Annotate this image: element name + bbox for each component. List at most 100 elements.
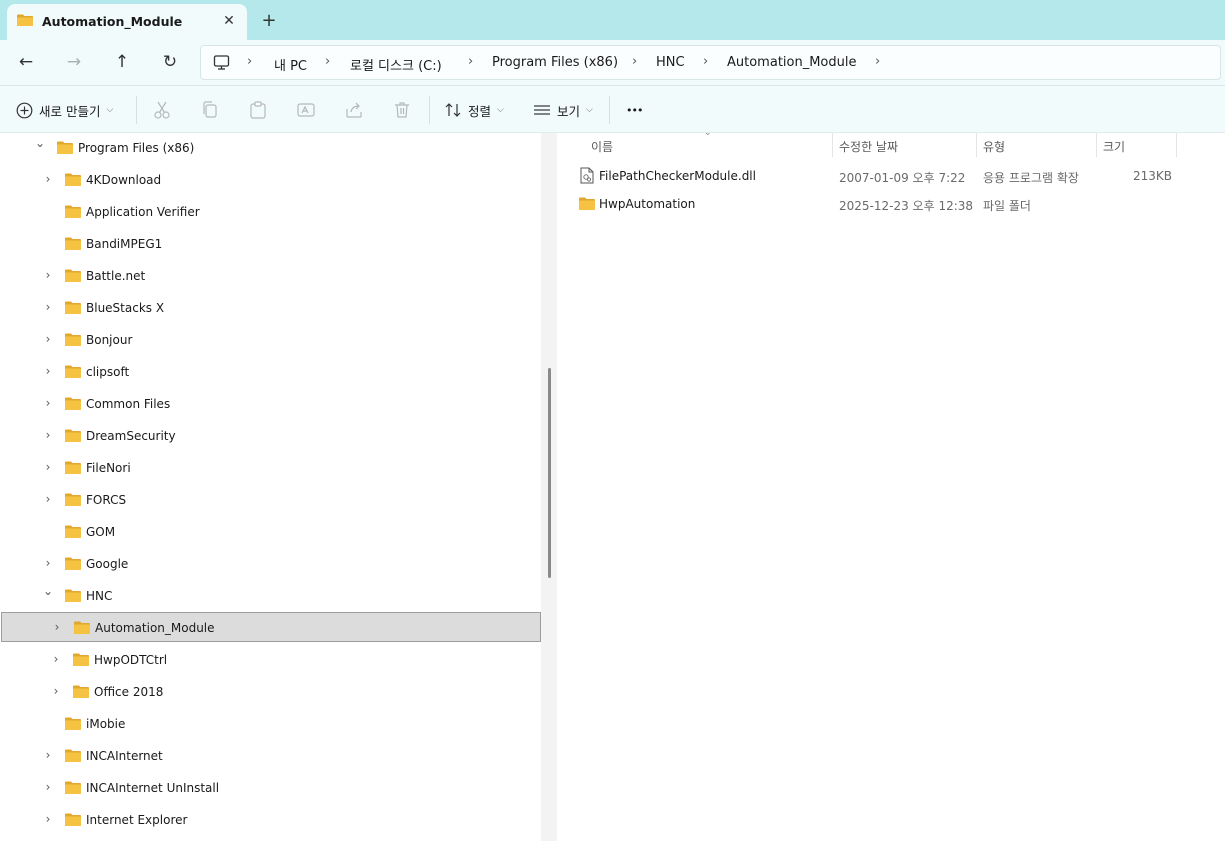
file-name: FilePathCheckerModule.dll xyxy=(599,169,756,183)
forward-button[interactable]: → xyxy=(61,50,87,74)
breadcrumb-program-files[interactable]: Program Files (x86) xyxy=(492,55,618,70)
sort-button[interactable]: 정렬 ⌵ xyxy=(444,99,504,121)
column-header-size[interactable]: 크기 xyxy=(1103,138,1125,155)
sidebar-item-label: 4KDownload xyxy=(86,173,162,187)
column-header-name[interactable]: 이름 xyxy=(591,138,613,155)
sidebar-item[interactable]: Application Verifier xyxy=(0,197,540,227)
column-separator[interactable] xyxy=(976,133,977,157)
sidebar-item[interactable]: › INCAInternet xyxy=(0,741,540,771)
chevron-right-icon[interactable]: › xyxy=(42,461,54,473)
chevron-right-icon[interactable]: › xyxy=(50,653,62,665)
tab-title: Automation_Module xyxy=(42,14,183,29)
chevron-right-icon[interactable]: › xyxy=(42,429,54,441)
column-header-type[interactable]: 유형 xyxy=(983,138,1005,155)
chevron-right-icon[interactable]: › xyxy=(42,333,54,345)
breadcrumb-hnc[interactable]: HNC xyxy=(656,55,685,70)
tab-automation-module[interactable]: Automation_Module ✕ xyxy=(7,4,247,40)
sidebar-item[interactable]: › FORCS xyxy=(0,485,540,515)
breadcrumb-chevron-icon[interactable]: › xyxy=(703,54,708,69)
sidebar-item[interactable]: ⌄ Program Files (x86) xyxy=(0,133,540,163)
column-header-date-modified[interactable]: 수정한 날짜 xyxy=(839,138,898,155)
sidebar-item[interactable]: › clipsoft xyxy=(0,357,540,387)
sidebar-item[interactable]: › Office 2018 xyxy=(0,677,540,707)
more-options-icon[interactable]: ••• xyxy=(626,99,643,121)
sidebar-item[interactable]: GOM xyxy=(0,517,540,547)
folder-icon xyxy=(65,333,81,346)
rename-icon[interactable] xyxy=(295,99,317,121)
sidebar-item-label: clipsoft xyxy=(86,365,130,379)
sidebar-item[interactable]: › 4KDownload xyxy=(0,165,540,195)
file-type: 응용 프로그램 확장 xyxy=(983,171,1079,185)
folder-icon xyxy=(65,461,81,474)
sidebar-item-label: INCAInternet xyxy=(86,749,163,763)
up-button[interactable]: ↑ xyxy=(109,50,135,74)
chevron-down-icon[interactable]: ⌄ xyxy=(34,137,46,149)
column-separator[interactable] xyxy=(832,133,833,157)
column-separator[interactable] xyxy=(1176,133,1177,157)
copy-icon[interactable] xyxy=(199,99,221,121)
folder-icon xyxy=(65,557,81,570)
chevron-right-icon[interactable]: › xyxy=(42,365,54,377)
navigation-pane[interactable]: ⌄ Program Files (x86) › 4KDownload Applicati… xyxy=(0,133,541,841)
close-tab-icon[interactable]: ✕ xyxy=(219,11,239,31)
plus-circle-icon xyxy=(16,102,33,118)
chevron-right-icon[interactable]: › xyxy=(42,173,54,185)
view-button[interactable]: 보기 ⌵ xyxy=(533,99,593,121)
cut-icon[interactable] xyxy=(151,99,173,121)
sidebar-item-label: HwpODTCtrl xyxy=(94,653,168,667)
chevron-right-icon[interactable]: › xyxy=(42,301,54,313)
sidebar-item[interactable]: › Google xyxy=(0,549,540,579)
sidebar-item[interactable]: › INCAInternet UnInstall xyxy=(0,773,540,803)
folder-icon xyxy=(579,197,595,210)
sidebar-item[interactable]: › FileNori xyxy=(0,453,540,483)
sidebar-item[interactable]: ⌄ HNC xyxy=(0,581,540,611)
share-icon[interactable] xyxy=(343,99,365,121)
breadcrumb-chevron-icon[interactable]: › xyxy=(247,54,252,69)
new-tab-button[interactable]: + xyxy=(258,10,280,32)
sidebar-item[interactable]: › Internet Explorer xyxy=(0,805,540,835)
file-date-modified: 2025-12-23 오후 12:38 xyxy=(839,199,974,213)
file-list-pane[interactable]: ⌄ 이름 수정한 날짜 유형 크기 FilePathCheckerModule.… xyxy=(557,128,1225,841)
back-button[interactable]: ← xyxy=(13,50,39,74)
refresh-button[interactable]: ↻ xyxy=(157,50,183,74)
file-row[interactable]: FilePathCheckerModule.dll 2007-01-09 오후 … xyxy=(577,164,1177,190)
chevron-right-icon[interactable]: › xyxy=(42,269,54,281)
file-row[interactable]: HwpAutomation 2025-12-23 오후 12:38 파일 폴더 xyxy=(577,192,1177,218)
sidebar-item[interactable]: › BlueStacks X xyxy=(0,293,540,323)
chevron-right-icon[interactable]: › xyxy=(42,813,54,825)
breadcrumb-my-pc[interactable]: 내 PC xyxy=(274,55,307,74)
sidebar-item[interactable]: › Bonjour xyxy=(0,325,540,355)
computer-icon[interactable] xyxy=(213,54,230,71)
breadcrumb-automation-module[interactable]: Automation_Module xyxy=(727,55,857,70)
chevron-right-icon[interactable]: › xyxy=(42,749,54,761)
paste-icon[interactable] xyxy=(247,99,269,121)
chevron-down-icon[interactable]: ⌄ xyxy=(42,585,54,597)
chevron-right-icon[interactable]: › xyxy=(50,685,62,697)
sidebar-item[interactable]: BandiMPEG1 xyxy=(0,229,540,259)
folder-icon xyxy=(65,397,81,410)
breadcrumb-chevron-icon[interactable]: › xyxy=(632,54,637,69)
breadcrumb-local-disk[interactable]: 로컬 디스크 (C:) xyxy=(350,55,442,74)
sidebar-item[interactable]: iMobie xyxy=(0,709,540,739)
navigation-pane-scrollbar[interactable] xyxy=(548,368,551,578)
folder-icon xyxy=(65,749,81,762)
delete-icon[interactable] xyxy=(391,99,413,121)
folder-icon xyxy=(57,141,73,154)
sidebar-item[interactable]: › DreamSecurity xyxy=(0,421,540,451)
chevron-right-icon[interactable]: › xyxy=(51,621,63,633)
sidebar-item[interactable]: › HwpODTCtrl xyxy=(0,645,540,675)
sidebar-item[interactable]: › Battle.net xyxy=(0,261,540,291)
sidebar-item[interactable]: › Automation_Module xyxy=(1,612,541,642)
column-separator[interactable] xyxy=(1096,133,1097,157)
address-bar[interactable]: › 내 PC › 로컬 디스크 (C:) › Program Files (x8… xyxy=(200,45,1221,80)
folder-icon xyxy=(74,621,90,634)
chevron-right-icon[interactable]: › xyxy=(42,781,54,793)
chevron-right-icon[interactable]: › xyxy=(42,397,54,409)
breadcrumb-chevron-icon[interactable]: › xyxy=(468,54,473,69)
chevron-right-icon[interactable]: › xyxy=(42,557,54,569)
breadcrumb-chevron-icon[interactable]: › xyxy=(875,54,880,69)
chevron-right-icon[interactable]: › xyxy=(42,493,54,505)
sidebar-item[interactable]: › Common Files xyxy=(0,389,540,419)
breadcrumb-chevron-icon[interactable]: › xyxy=(325,54,330,69)
new-button[interactable]: 새로 만들기 ⌵ xyxy=(16,99,113,121)
